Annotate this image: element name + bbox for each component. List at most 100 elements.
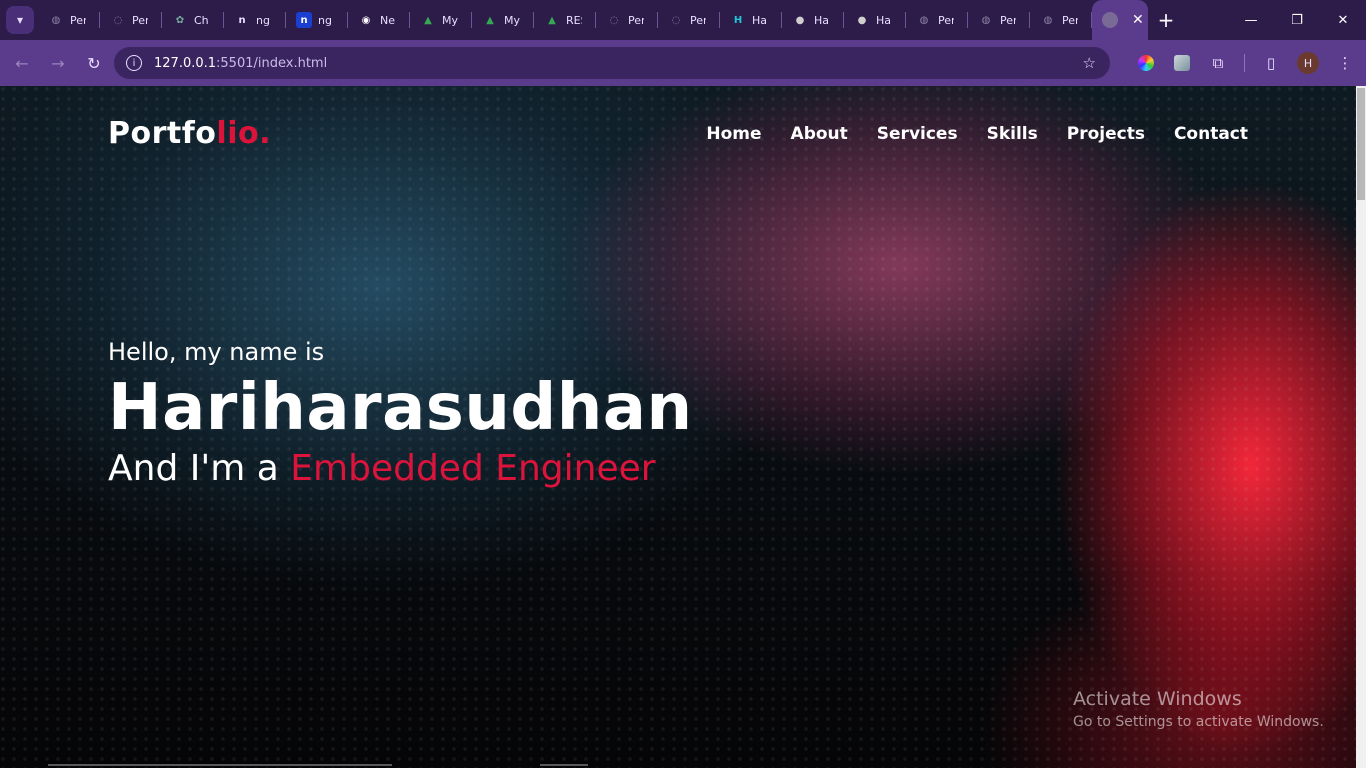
github-icon: ● [857,14,867,26]
close-icon: ✕ [1337,12,1349,28]
loading-icon [1102,12,1118,28]
globe-icon: ◍ [919,14,929,26]
tab-title: Per [132,13,148,27]
browser-tab[interactable]: ▲ RES [534,0,596,40]
browser-tab[interactable]: ◍ Per [906,0,968,40]
nav-link-skills[interactable]: Skills [987,124,1038,144]
tab-title: Ch [194,13,209,27]
watermark-title: Activate Windows [1073,688,1242,710]
tab-title: Per [628,13,644,27]
tab-title: Per [1062,13,1078,27]
hero-role-accent: Embedded Engineer [290,448,656,489]
tab-title: Per [938,13,954,27]
tab-title: My [504,13,520,27]
browser-toolbar: ← → ↻ i 127.0.0.1:5501/index.html ☆ ⧉ ▯ … [0,40,1366,86]
hero-section: Hello, my name is Hariharasudhan And I'm… [108,338,693,489]
toolbar-divider [1244,54,1245,72]
browser-tab[interactable]: ◍ Per [38,0,100,40]
window-controls: — ❐ ✕ [1228,0,1366,40]
drive-icon: ▲ [548,14,556,26]
chatgpt-icon: ✿ [175,14,185,26]
minimize-button[interactable]: — [1228,0,1274,40]
close-tab-icon[interactable]: ✕ [1132,12,1144,28]
browser-tab[interactable]: ● Ha [844,0,906,40]
minimize-icon: — [1244,12,1258,28]
restore-button[interactable]: ❐ [1274,0,1320,40]
browser-tab[interactable]: ✿ Ch [162,0,224,40]
globe-icon: ◍ [981,14,991,26]
loading-icon: ◌ [671,14,681,26]
tab-title: My [442,13,458,27]
tab-strip: ▾ ◍Per◌Per✿Chnngnng◉Ne▲My▲My▲RES◌Per◌Per… [0,0,1366,40]
tab-title: Per [1000,13,1016,27]
globe-icon: ◍ [1043,14,1053,26]
horizontal-scroll-indicator-secondary [540,764,588,766]
loading-icon: ◌ [113,14,123,26]
browser-tab[interactable]: H Ha [720,0,782,40]
close-window-button[interactable]: ✕ [1320,0,1366,40]
h-logo-icon: H [733,14,743,26]
globe-icon: ◍ [51,14,61,26]
site-info-icon[interactable]: i [126,55,142,71]
browser-tab[interactable]: ● Ha [782,0,844,40]
forward-button[interactable]: → [40,45,76,81]
menu-kebab-icon[interactable]: ⋮ [1327,45,1363,81]
drive-icon: ▲ [424,14,432,26]
scrollbar-thumb[interactable] [1357,88,1365,200]
profile-avatar[interactable]: H [1297,52,1319,74]
nav-link-contact[interactable]: Contact [1174,124,1248,144]
hero-name: Hariharasudhan [108,371,693,445]
page-viewport: Portfolio. Home About Services Skills Projec… [0,86,1356,768]
color-extension-icon[interactable] [1138,55,1154,71]
reload-button[interactable]: ↻ [76,45,112,81]
n-circle-icon: n [238,14,246,26]
browser-tab[interactable]: n ng [286,0,348,40]
n-square-icon: n [296,12,312,28]
tab-title: ng [318,13,332,27]
extensions-puzzle-icon[interactable]: ⧉ [1200,45,1236,81]
arrow-right-icon: → [51,53,65,73]
new-tab-button[interactable]: + [1148,0,1184,40]
url-path: :5501/index.html [216,55,328,71]
tab-title: Ha [876,13,892,27]
watermark-subtitle: Go to Settings to activate Windows. [1073,714,1324,730]
nav-link-about[interactable]: About [791,124,848,144]
browser-tab[interactable]: ◌ Per [596,0,658,40]
vertical-scrollbar[interactable] [1356,86,1366,768]
reload-icon: ↻ [87,53,101,73]
url-host: 127.0.0.1 [154,55,217,71]
tab-list: ◍Per◌Per✿Chnngnng◉Ne▲My▲My▲RES◌Per◌PerHH… [38,0,1148,40]
chrome-icon: ◉ [361,14,371,26]
back-button[interactable]: ← [4,45,40,81]
browser-tab[interactable]: ◍ Per [968,0,1030,40]
tab-title: Ne [380,13,395,27]
hero-greeting: Hello, my name is [108,338,325,366]
browser-tab[interactable]: ◍ Per [1030,0,1092,40]
browser-tab[interactable]: ▲ My [472,0,534,40]
tab-title: Ha [752,13,768,27]
browser-tab[interactable]: ◉ Ne [348,0,410,40]
browser-tab[interactable]: ◌ Per [100,0,162,40]
nav-link-home[interactable]: Home [706,124,761,144]
github-icon: ● [795,14,805,26]
site-navbar: Portfolio. Home About Services Skills Projec… [108,116,1248,151]
horizontal-scroll-indicator [48,764,392,766]
tab-title: Per [690,13,706,27]
bookmark-star-icon[interactable]: ☆ [1083,54,1096,72]
side-panel-icon[interactable]: ▯ [1253,45,1289,81]
chevron-down-icon: ▾ [16,13,24,27]
windows-activation-watermark: Activate Windows Go to Settings to activ… [1073,688,1324,730]
arrow-left-icon: ← [15,53,29,73]
address-bar[interactable]: i 127.0.0.1:5501/index.html ☆ [114,47,1110,79]
image-extension-icon[interactable] [1174,55,1190,71]
plus-icon: + [1157,8,1175,32]
browser-tab[interactable]: ▲ My [410,0,472,40]
browser-tab[interactable]: ◌ Per [658,0,720,40]
nav-link-projects[interactable]: Projects [1067,124,1145,144]
nav-link-services[interactable]: Services [877,124,958,144]
browser-tab-active[interactable]: ✕ [1092,0,1148,40]
browser-tab[interactable]: n ng [224,0,286,40]
tab-title: RES [566,13,582,27]
tab-search-button[interactable]: ▾ [6,6,34,34]
site-logo[interactable]: Portfolio. [108,116,271,151]
